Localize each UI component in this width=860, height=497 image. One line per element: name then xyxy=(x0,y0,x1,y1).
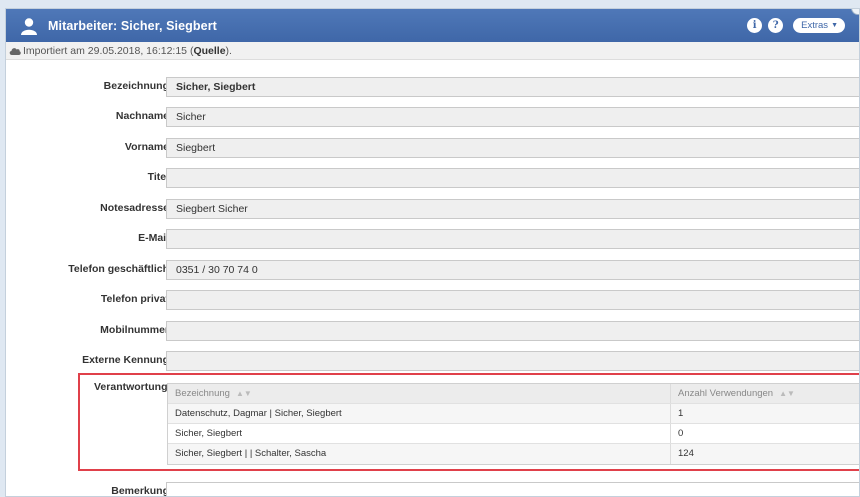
sort-icon[interactable]: ▲▼ xyxy=(236,389,252,398)
import-text-prefix: Importiert am 29.05.2018, 16:12:15 ( xyxy=(23,44,194,57)
import-text-suffix: ). xyxy=(225,44,232,57)
cell-bezeichnung: Sicher, Siegbert | | Schalter, Sascha xyxy=(168,444,671,464)
cell-bezeichnung: Datenschutz, Dagmar | Sicher, Siegbert xyxy=(168,404,671,423)
column-header-bezeichnung[interactable]: Bezeichnung ▲▼ xyxy=(168,384,671,403)
cell-anzahl: 1 xyxy=(678,408,684,419)
email-field[interactable] xyxy=(166,229,859,249)
titel-field[interactable] xyxy=(166,168,859,188)
bezeichnung-field[interactable]: Sicher, Siegbert xyxy=(166,77,859,97)
cell-bezeichnung: Sicher, Siegbert xyxy=(168,424,671,443)
table-row[interactable]: Sicher, Siegbert 0 xyxy=(168,424,859,444)
notesadresse-field[interactable]: Siegbert Sicher xyxy=(166,199,859,219)
label-mobilnummer: Mobilnummer xyxy=(100,324,169,336)
bemerkung-field[interactable] xyxy=(166,482,859,496)
row-bezeichnung: Bezeichnung Sicher, Siegbert xyxy=(6,77,859,97)
user-icon xyxy=(20,17,38,35)
nachname-field[interactable]: Sicher xyxy=(166,107,859,127)
title-bar: Mitarbeiter: Sicher, Siegbert i ? Extras… xyxy=(6,9,859,42)
label-telefon-geschaeftlich: Telefon geschäftlich xyxy=(68,263,169,275)
telefon-privat-field[interactable] xyxy=(166,290,859,310)
label-email: E-Mail xyxy=(138,232,169,244)
row-vorname: Vorname Siegbert xyxy=(6,138,859,158)
row-titel: Titel xyxy=(6,168,859,188)
help-icon[interactable]: ? xyxy=(768,18,784,33)
import-info-bar: Importiert am 29.05.2018, 16:12:15 (Quel… xyxy=(6,42,859,60)
label-bezeichnung: Bezeichnung xyxy=(103,80,169,92)
label-bemerkung: Bemerkung xyxy=(111,485,169,497)
column-header-bezeichnung-label: Bezeichnung xyxy=(175,388,230,399)
row-bemerkung: Bemerkung xyxy=(6,482,859,497)
verantwortung-table: Bezeichnung ▲▼ Anzahl Verwendungen ▲▼ Date… xyxy=(167,383,859,465)
extras-button[interactable]: Extras ▼ xyxy=(793,18,845,33)
window-title: Mitarbeiter: Sicher, Siegbert xyxy=(48,18,217,33)
cloud-icon xyxy=(9,46,21,55)
info-icon[interactable]: i xyxy=(747,18,763,33)
cell-anzahl: 124 xyxy=(678,448,694,459)
label-vorname: Vorname xyxy=(124,141,169,153)
row-mobilnummer: Mobilnummer xyxy=(6,321,859,341)
vorname-field[interactable]: Siegbert xyxy=(166,138,859,158)
verantwortung-highlight: Verantwortung Bezeichnung ▲▼ Anzahl Verwe… xyxy=(78,373,859,471)
row-nachname: Nachname Sicher xyxy=(6,107,859,127)
label-externe-kennung: Externe Kennung xyxy=(82,354,169,366)
telefon-geschaeftlich-field[interactable]: 0351 / 30 70 74 0 xyxy=(166,260,859,280)
extras-label: Extras xyxy=(801,20,829,31)
chevron-down-icon: ▼ xyxy=(831,22,838,29)
cell-anzahl: 0 xyxy=(678,428,684,439)
table-row[interactable]: Datenschutz, Dagmar | Sicher, Siegbert 1 xyxy=(168,404,859,424)
row-telefon-geschaeftlich: Telefon geschäftlich 0351 / 30 70 74 0 xyxy=(6,260,859,280)
source-link[interactable]: Quelle xyxy=(193,45,225,57)
table-row[interactable]: Sicher, Siegbert | | Schalter, Sascha 12… xyxy=(168,444,859,464)
label-verantwortung: Verantwortung xyxy=(94,381,168,393)
table-header: Bezeichnung ▲▼ Anzahl Verwendungen ▲▼ xyxy=(168,384,859,404)
label-notesadresse: Notesadresse xyxy=(100,202,169,214)
row-telefon-privat: Telefon privat xyxy=(6,290,859,310)
row-email: E-Mail xyxy=(6,229,859,249)
row-notesadresse: Notesadresse Siegbert Sicher xyxy=(6,199,859,219)
row-externe-kennung: Externe Kennung xyxy=(6,351,859,371)
mobilnummer-field[interactable] xyxy=(166,321,859,341)
externe-kennung-field[interactable] xyxy=(166,351,859,371)
label-telefon-privat: Telefon privat xyxy=(100,293,169,305)
sort-icon[interactable]: ▲▼ xyxy=(779,389,795,398)
column-header-anzahl-label: Anzahl Verwendungen xyxy=(678,388,774,399)
employee-window: Mitarbeiter: Sicher, Siegbert i ? Extras… xyxy=(5,8,860,497)
label-nachname: Nachname xyxy=(115,110,169,122)
column-header-anzahl[interactable]: Anzahl Verwendungen ▲▼ xyxy=(671,384,859,403)
